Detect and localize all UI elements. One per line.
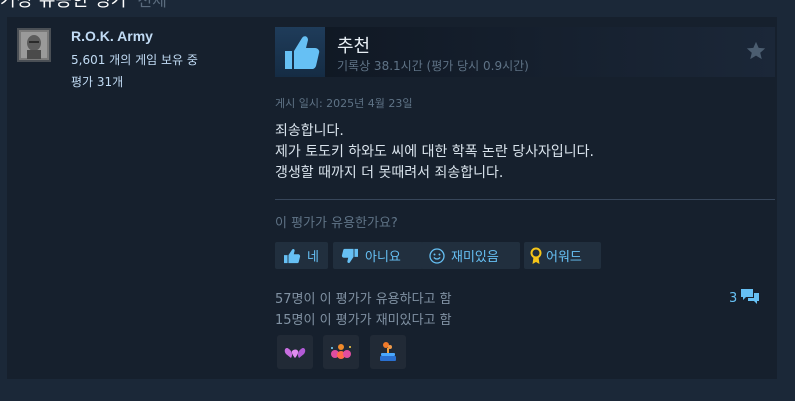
award-button[interactable]: 어워드 [524,242,601,269]
party-award-icon[interactable] [323,335,359,369]
vote-yes-label: 네 [307,250,319,265]
helpful-count: 57명이 이 평가가 유용하다고 함 [275,292,452,307]
posted-date: 게시 일시: 2025년 4월 23일 [275,97,413,110]
cake-award-icon[interactable] [370,335,406,369]
thumbs-down-icon [341,248,359,264]
review-verdict[interactable]: 추천 기록상 38.1시간 (평가 당시 0.9시간) [275,27,775,77]
star-icon[interactable] [745,40,767,62]
vote-funny-label: 재미있음 [451,250,499,265]
review-card: R.O.K. Army 5,601 개의 게임 보유 중 평가 31개 추천 기… [7,17,777,379]
funny-count: 15명이 이 평가가 재미있다고 함 [275,313,452,328]
review-body: 죄송합니다. 제가 토도키 하와도 씨에 대한 학폭 논란 당사자입니다. 갱생… [275,121,594,184]
author-games-owned[interactable]: 5,601 개의 게임 보유 중 [71,51,198,68]
divider [275,199,775,200]
verdict-label: 추천 [337,36,371,57]
comment-count: 3 [729,290,738,306]
comment-bubble-icon [740,287,760,309]
review-line: 갱생할 때까지 더 못때려서 죄송합니다. [275,165,504,181]
review-line: 제가 토도키 하와도 씨에 대한 학폭 논란 당사자입니다. [275,144,594,160]
section-header: 가장 유용한 평가 전체 [0,0,167,11]
helpful-question: 이 평가가 유용한가요? [275,216,398,231]
playtime-hours: 기록상 38.1시간 (평가 당시 0.9시간) [337,59,529,73]
section-title: 가장 유용한 평가 [0,0,128,11]
heart-award-icon[interactable] [277,335,313,369]
view-all-link[interactable]: 전체 [137,0,166,10]
smiley-icon [429,247,445,264]
award-icon [529,247,543,265]
comments-link[interactable]: 3 [729,287,760,309]
thumbs-up-icon [283,248,301,264]
vote-no-button[interactable]: 아니요 [333,242,423,269]
thumbs-up-icon [275,27,325,77]
review-line: 죄송합니다. [275,123,344,139]
avatar[interactable] [17,28,51,62]
vote-no-label: 아니요 [365,250,401,265]
award-label: 어워드 [546,250,582,265]
author-review-count[interactable]: 평가 31개 [71,73,123,90]
vote-yes-button[interactable]: 네 [275,242,328,269]
author-name[interactable]: R.O.K. Army [71,28,153,44]
vote-funny-button[interactable]: 재미있음 [421,242,520,269]
